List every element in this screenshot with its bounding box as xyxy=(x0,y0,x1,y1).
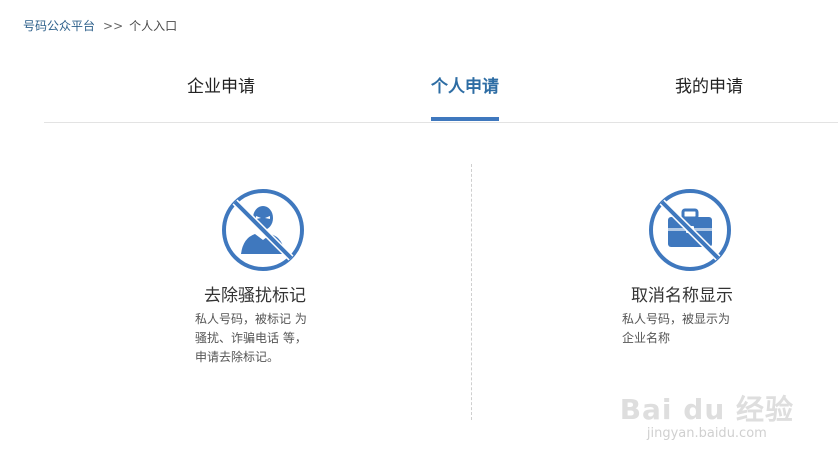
column-divider xyxy=(471,164,472,420)
page: 号码公众平台 >> 个人入口 企业申请 个人申请 我的申请 去除骚扰标记 私人号码，… xyxy=(0,0,838,459)
card-desc-line: 私人号码，被标记 为 xyxy=(195,312,307,326)
tab-bar: 企业申请 个人申请 我的申请 xyxy=(44,60,838,123)
card-desc-line: 企业名称 xyxy=(622,331,671,345)
no-harassment-icon xyxy=(222,189,304,271)
breadcrumb-current: 个人入口 xyxy=(129,19,178,33)
tab-enterprise-apply[interactable]: 企业申请 xyxy=(187,72,255,121)
no-company-name-icon xyxy=(649,189,731,271)
card-description: 私人号码，被显示为 企业名称 xyxy=(622,310,730,348)
breadcrumb: 号码公众平台 >> 个人入口 xyxy=(23,17,177,34)
baidu-jingyan-watermark: Bai du 经验 jingyan.baidu.com xyxy=(620,388,794,441)
card-desc-line: 私人号码，被显示为 xyxy=(622,312,731,326)
card-desc-line: 申请去除标记。 xyxy=(195,350,280,364)
card-title: 去除骚扰标记 xyxy=(204,286,306,306)
card-description: 私人号码，被标记 为 骚扰、诈骗电话 等， 申请去除标记。 xyxy=(195,310,307,367)
watermark-logo: Bai du 经验 xyxy=(619,393,794,426)
card-title: 取消名称显示 xyxy=(631,286,733,306)
card-desc-line: 骚扰、诈骗电话 等， xyxy=(195,331,307,345)
breadcrumb-root-link[interactable]: 号码公众平台 xyxy=(23,19,95,33)
watermark-url: jingyan.baidu.com xyxy=(646,426,767,441)
breadcrumb-separator: >> xyxy=(103,19,124,33)
tab-personal-apply[interactable]: 个人申请 xyxy=(431,72,499,121)
tab-my-applications[interactable]: 我的申请 xyxy=(675,72,743,121)
